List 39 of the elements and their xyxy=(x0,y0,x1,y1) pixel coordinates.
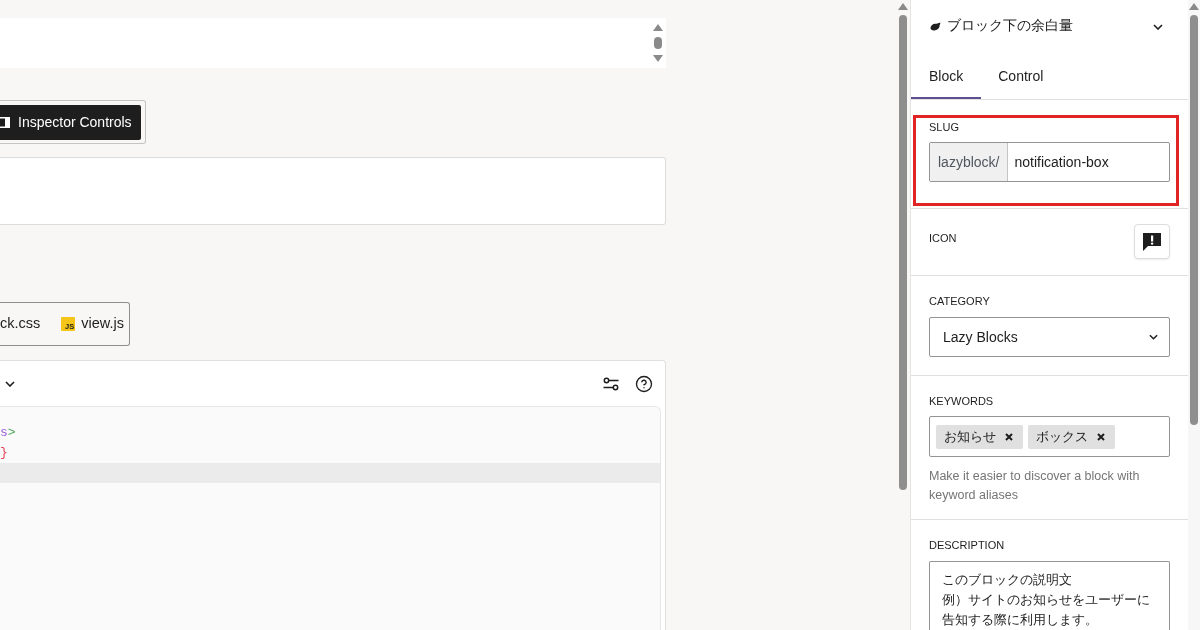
help-text: Make it easier to discover a block with keyword aliases xyxy=(929,468,1141,504)
comment-alert-icon xyxy=(1142,232,1162,251)
sidebar-icon xyxy=(0,117,10,128)
sidebar-tab[interactable]: Control xyxy=(981,53,1061,99)
prefix-label: lazyblock/ xyxy=(930,143,1009,181)
chevron-down-icon xyxy=(1149,334,1158,340)
remove-icon[interactable] xyxy=(1005,432,1013,441)
keyword-text: お知らせ xyxy=(944,427,996,446)
field-label: SLUG xyxy=(929,120,960,134)
field-label: CATEGORY xyxy=(929,294,991,308)
sidebar-tab[interactable]: Block xyxy=(911,53,982,99)
keyword-text: ボックス xyxy=(1036,427,1088,446)
chevron-down-icon[interactable] xyxy=(1153,23,1163,30)
inspector-controls-button[interactable]: Inspector Controls xyxy=(0,105,141,140)
block-title: ブロック下の余白量 xyxy=(947,17,1073,36)
keywords-field[interactable]: お知らせ ボックス xyxy=(929,416,1170,457)
icon-picker-button[interactable] xyxy=(1134,224,1170,259)
leaf-icon xyxy=(930,22,941,31)
scrollbar-thumb[interactable] xyxy=(1190,15,1198,425)
scroll-up-icon[interactable] xyxy=(653,24,663,31)
description-line: このブロックの説明文 xyxy=(942,571,1073,589)
description-line: 例）サイトのお知らせをユーザーに告知する際に利用します。 xyxy=(942,591,1151,629)
scroll-up-icon[interactable] xyxy=(898,3,908,10)
slug-field[interactable]: lazyblock/ notification-box xyxy=(929,142,1170,182)
sliders-icon[interactable] xyxy=(603,375,619,392)
scrollbar-thumb[interactable] xyxy=(899,15,907,490)
scrollbar-thumb[interactable] xyxy=(654,37,662,49)
field-label: ICON xyxy=(929,231,957,245)
field-label: DESCRIPTION xyxy=(929,538,1006,552)
description-field[interactable]: このブロックの説明文 例）サイトのお知らせをユーザーに告知する際に利用します。 xyxy=(929,561,1170,630)
help-icon[interactable] xyxy=(635,374,653,393)
field-label: KEYWORDS xyxy=(929,394,995,408)
chevron-down-icon[interactable] xyxy=(5,380,15,387)
category-select[interactable]: Lazy Blocks xyxy=(929,317,1170,357)
file-tab[interactable]: ck.css xyxy=(0,313,41,335)
remove-icon[interactable] xyxy=(1097,432,1105,441)
scroll-up-icon[interactable] xyxy=(1189,3,1199,10)
scroll-down-icon[interactable] xyxy=(653,55,663,62)
input-field[interactable] xyxy=(0,157,666,225)
